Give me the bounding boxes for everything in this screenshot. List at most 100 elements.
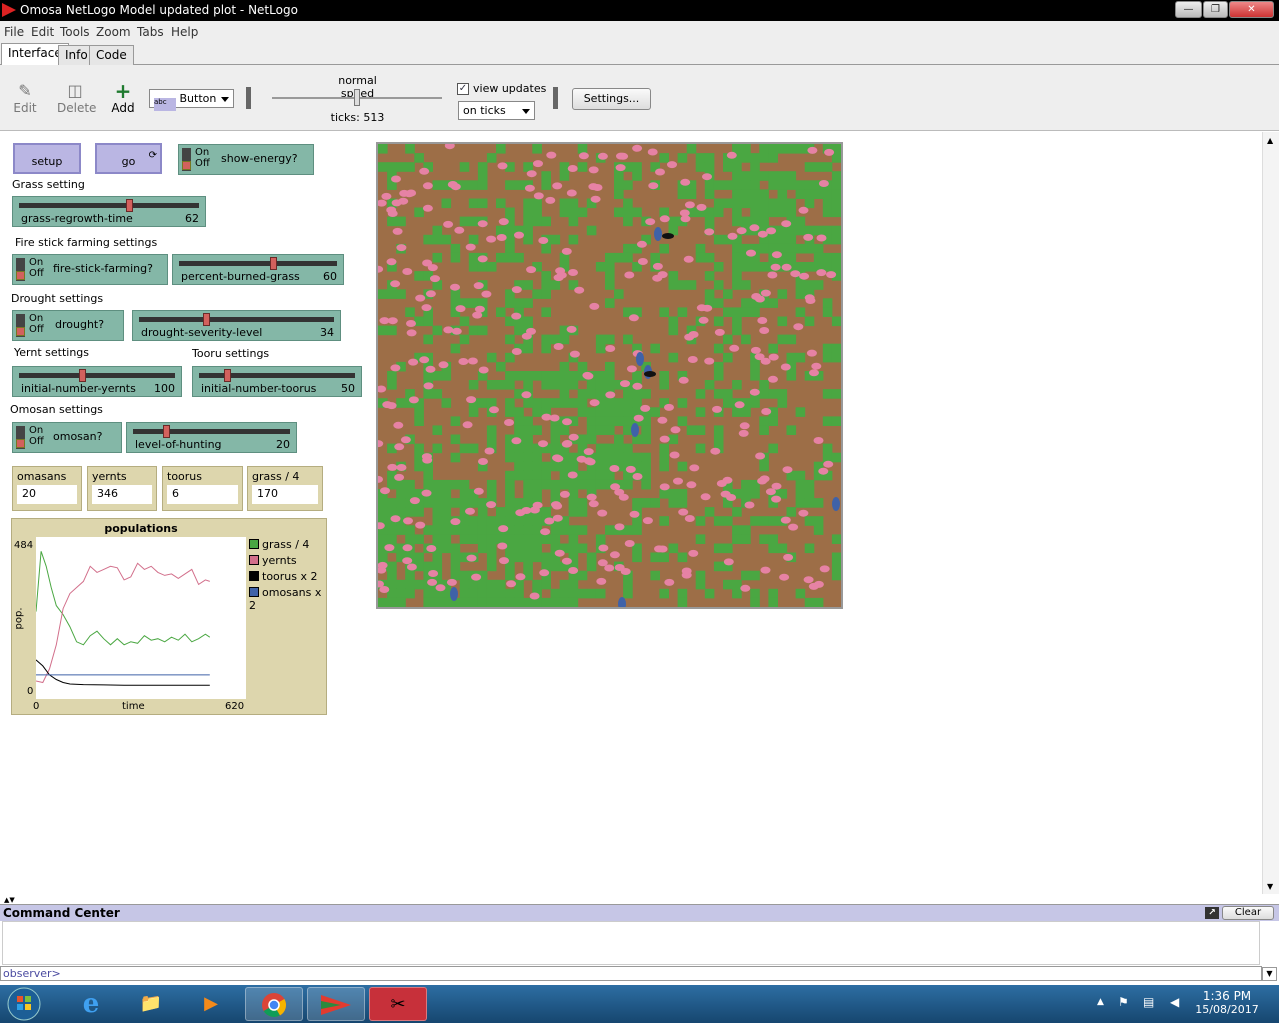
grass-patch [641,452,651,463]
chrome-icon[interactable] [245,987,303,1021]
legend-grass: grass / 4 [249,538,309,551]
grass-patch [414,579,424,590]
scroll-down-icon[interactable]: ▼ [1267,882,1273,891]
tab-code[interactable]: Code [89,45,134,65]
grass-patch [450,243,461,254]
grass-patch [486,552,497,563]
slider-thumb[interactable] [163,425,170,438]
initial-yernts-slider[interactable]: initial-number-yernts 100 [12,366,182,397]
grass-patch [632,171,642,181]
menu-tabs[interactable]: Tabs [137,25,164,39]
detach-icon[interactable]: ↗ [1205,907,1219,919]
grass-patch [795,262,806,272]
menu-zoom[interactable]: Zoom [96,25,131,39]
drought-severity-slider[interactable]: drought-severity-level 34 [132,310,341,341]
percent-burned-slider[interactable]: percent-burned-grass 60 [172,254,344,285]
grass-patch [450,570,461,581]
grass-patch [559,461,570,472]
grass-patch [568,597,579,608]
go-button[interactable]: go ⟳ [95,143,162,174]
speed-slider-thumb[interactable] [354,89,360,106]
network-icon[interactable]: ▤ [1143,995,1154,1009]
edit-tool[interactable]: ✎ Edit [12,81,38,115]
clear-button[interactable]: Clear [1222,906,1274,920]
settings-button[interactable]: Settings... [572,88,651,110]
slider-thumb[interactable] [202,313,210,326]
grass-patch [423,561,433,572]
netlogo-taskbar-icon[interactable] [307,987,365,1021]
grass-patch [668,280,679,290]
snipping-tool-icon[interactable]: ✂ [369,987,427,1021]
grass-patch [695,516,706,526]
grass-patch [505,298,515,308]
grass-patch [432,180,443,190]
initial-toorus-slider[interactable]: initial-number-toorus 50 [192,366,362,397]
grass-patch [804,489,815,499]
grass-patch [623,579,633,590]
yernt-turtle [486,501,497,509]
grass-patch [595,443,606,454]
grass-patch [496,507,506,517]
yernt-turtle [729,344,740,352]
grass-patch [831,316,842,327]
slider-thumb[interactable] [269,257,277,270]
grass-patch [623,180,633,190]
clock[interactable]: 1:36 PM 15/08/2017 [1190,989,1264,1016]
delete-tool[interactable]: ◫ Delete [57,81,96,115]
slider-thumb[interactable] [78,369,86,382]
interface-scrollbar[interactable]: ▲ ▼ [1262,132,1279,894]
grass-patch [686,280,697,290]
grass-patch [514,588,524,599]
grass-patch [759,171,769,181]
add-tool[interactable]: + Add [110,81,136,115]
menu-tools[interactable]: Tools [60,25,90,39]
yernt-turtle [387,317,398,325]
fire-stick-switch[interactable]: On Off fire-stick-farming? [12,254,168,285]
drought-switch[interactable]: On Off drought? [12,310,124,341]
switch-knob [16,327,25,336]
grass-patch [704,289,715,299]
menu-help[interactable]: Help [171,25,198,39]
volume-icon[interactable]: ◀ [1170,995,1179,1009]
menu-file[interactable]: File [4,25,24,39]
yernt-turtle [664,403,674,411]
yernt-turtle [678,376,689,384]
action-center-flag-icon[interactable]: ⚑ [1118,995,1129,1009]
grass-patch [523,597,533,608]
internet-explorer-icon[interactable]: e [62,987,120,1021]
command-input[interactable]: observer> [0,966,1262,981]
view-updates-checkbox[interactable]: ✓ [457,83,469,95]
omosan-switch[interactable]: On Off omosan? [12,422,122,453]
update-mode-select[interactable]: on ticks [458,101,535,120]
maximize-button[interactable]: ❐ [1203,1,1228,18]
setup-button[interactable]: setup [13,143,81,174]
grass-regrowth-slider[interactable]: grass-regrowth-time 62 [12,196,206,227]
grass-patch [432,552,443,563]
grass-patch [559,525,570,535]
tray-expand-icon[interactable]: ▲ [1097,997,1104,1007]
hunting-level-slider[interactable]: level-of-hunting 20 [126,422,297,453]
grass-patch [831,561,842,572]
slider-thumb[interactable] [224,369,232,382]
world-canvas[interactable] [373,142,842,611]
grass-patch [704,271,715,281]
start-button[interactable] [2,985,46,1023]
history-dropdown-icon[interactable]: ▼ [1262,967,1277,981]
scroll-up-icon[interactable]: ▲ [1267,136,1273,145]
observer-prompt[interactable]: observer> [3,967,61,980]
minimize-button[interactable]: — [1175,1,1202,18]
legend-swatch [249,571,259,581]
show-energy-switch[interactable]: On Off show-energy? [178,144,314,175]
file-explorer-icon[interactable]: 📁 [122,987,180,1021]
media-player-icon[interactable]: ▶ [182,987,240,1021]
widget-type-select[interactable]: abc Button [149,89,234,111]
menu-edit[interactable]: Edit [31,25,54,39]
grass-patch [668,271,679,281]
splitter-arrows-icon[interactable]: ▲▼ [4,896,15,904]
command-center: Command Center ↗ Clear observer> ▼ [0,904,1279,982]
grass-patch [505,570,515,581]
grass-patch [732,280,742,290]
world-view[interactable] [373,142,843,611]
slider-thumb[interactable] [126,199,134,212]
close-button[interactable]: ✕ [1229,1,1274,18]
